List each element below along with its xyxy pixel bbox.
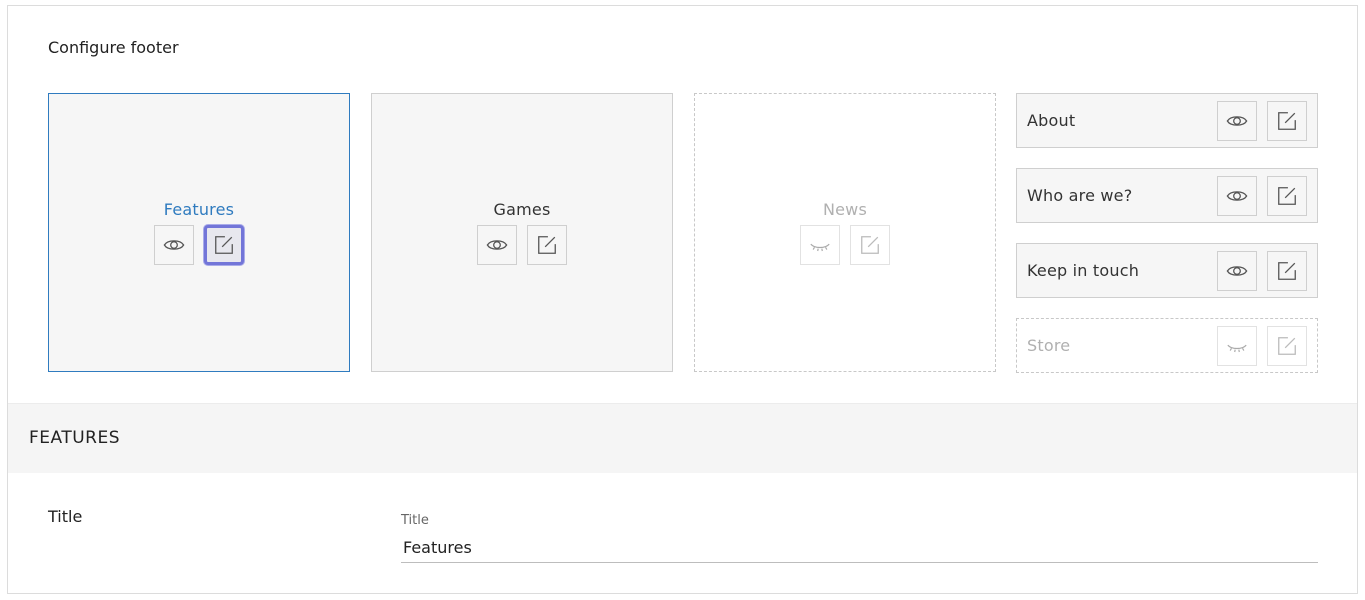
- edit-button[interactable]: [1267, 325, 1307, 366]
- footer-list-item-store[interactable]: Store: [1016, 318, 1318, 373]
- title-input[interactable]: [401, 535, 1318, 559]
- edit-icon: [1278, 261, 1296, 280]
- section-header: FEATURES: [8, 403, 1357, 473]
- edit-icon: [1278, 336, 1296, 355]
- edit-button[interactable]: [527, 225, 567, 265]
- toggle-visibility-button[interactable]: [1217, 250, 1257, 291]
- page-heading: Configure footer: [48, 38, 179, 57]
- footer-list-item-keep-in-touch[interactable]: Keep in touch: [1016, 243, 1318, 298]
- footer-list-item-who-are-we[interactable]: Who are we?: [1016, 168, 1318, 223]
- edit-icon: [215, 236, 233, 254]
- toggle-visibility-button[interactable]: [1217, 325, 1257, 366]
- footer-column-card-games[interactable]: Games: [371, 93, 673, 372]
- eye-open-icon: [1226, 115, 1248, 126]
- eye-open-icon: [1226, 190, 1248, 201]
- eye-open-icon: [1226, 265, 1248, 276]
- eye-closed-icon: [1227, 344, 1247, 352]
- footer-column-card-news[interactable]: News: [694, 93, 996, 372]
- list-item-label: Keep in touch: [1027, 261, 1140, 280]
- eye-open-icon: [486, 240, 508, 250]
- footer-config-panel: Configure footer Features Games News Abo…: [7, 5, 1358, 594]
- edit-button[interactable]: [1267, 175, 1307, 216]
- edit-button[interactable]: [1267, 100, 1307, 141]
- edit-button[interactable]: [1267, 250, 1307, 291]
- eye-open-icon: [163, 240, 185, 250]
- edit-icon: [538, 236, 556, 254]
- card-title: News: [822, 200, 868, 219]
- toggle-visibility-button[interactable]: [1217, 100, 1257, 141]
- list-item-label: Who are we?: [1027, 186, 1133, 205]
- toggle-visibility-button[interactable]: [477, 225, 517, 265]
- toggle-visibility-button[interactable]: [800, 225, 840, 265]
- list-item-label: About: [1027, 111, 1076, 130]
- edit-icon: [1278, 111, 1296, 130]
- toggle-visibility-button[interactable]: [1217, 175, 1257, 216]
- section-title: FEATURES: [29, 428, 121, 448]
- edit-icon: [861, 236, 879, 254]
- card-title: Games: [493, 200, 551, 219]
- footer-column-card-features[interactable]: Features: [48, 93, 350, 372]
- title-field: Title: [401, 513, 1318, 563]
- toggle-visibility-button[interactable]: [154, 225, 194, 265]
- card-title: Features: [163, 200, 235, 219]
- title-field-label: Title: [48, 507, 83, 526]
- footer-list-item-about[interactable]: About: [1016, 93, 1318, 148]
- edit-button[interactable]: [204, 225, 244, 265]
- edit-icon: [1278, 186, 1296, 205]
- list-item-label: Store: [1027, 336, 1071, 355]
- eye-closed-icon: [810, 243, 830, 252]
- title-input-caption: Title: [401, 513, 429, 528]
- edit-button[interactable]: [850, 225, 890, 265]
